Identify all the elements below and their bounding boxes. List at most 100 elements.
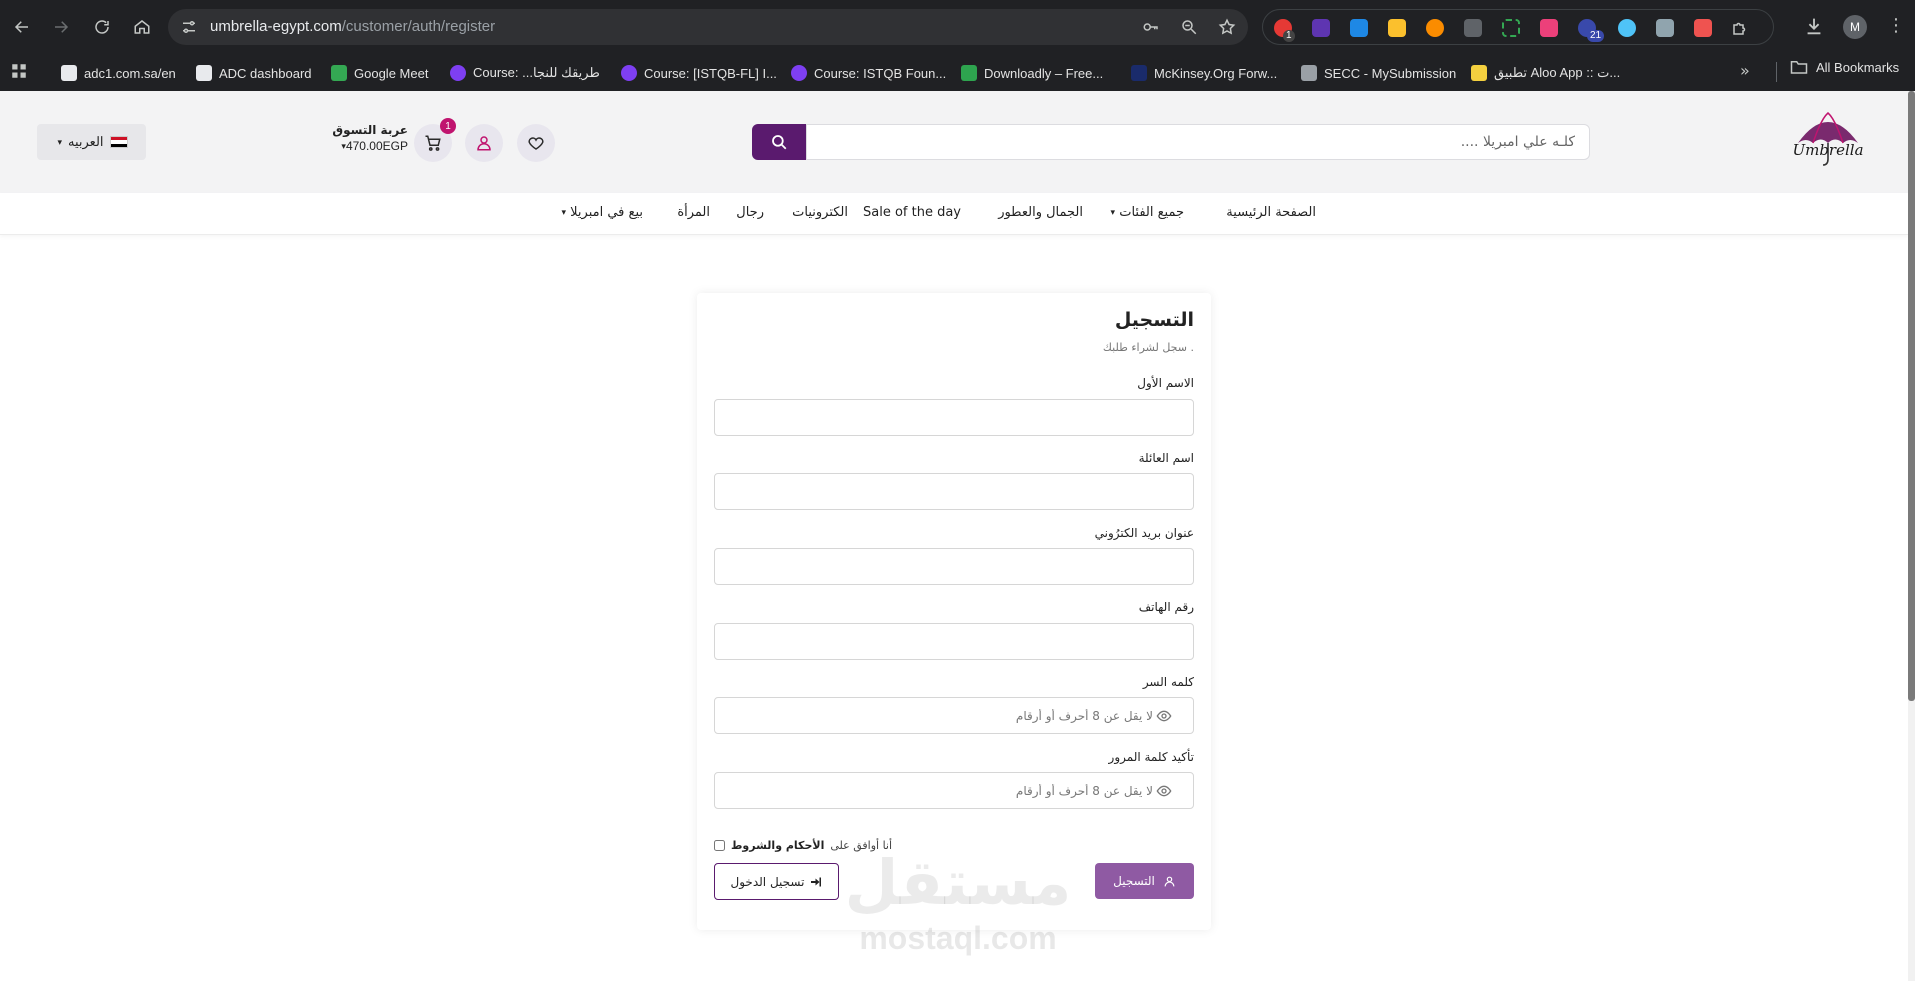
terms-link[interactable]: الأحكام والشروط	[731, 839, 824, 852]
login-button[interactable]: تسجيل الدخول	[714, 863, 839, 900]
bookmark-favicon-icon	[196, 65, 212, 81]
more-bookmarks-icon[interactable]: »	[1740, 61, 1750, 80]
bookmark-item[interactable]: SECC - MySubmission	[1301, 63, 1456, 83]
bookmark-item[interactable]: Course: ...طريقك للنجا	[450, 63, 600, 83]
reload-icon[interactable]	[88, 13, 116, 41]
bookmarks-bar: adc1.com.sa/en ADC dashboard Google Meet…	[0, 54, 1915, 91]
extensions-puzzle-icon[interactable]	[1731, 19, 1749, 37]
wishlist-button[interactable]	[517, 124, 555, 162]
bookmark-favicon-icon	[1301, 65, 1317, 81]
bookmark-item[interactable]: adc1.com.sa/en	[61, 63, 176, 83]
home-icon[interactable]	[128, 13, 156, 41]
extension-icon[interactable]	[1388, 19, 1406, 37]
extension-icon[interactable]	[1350, 19, 1368, 37]
extension-badge: 1	[1283, 30, 1295, 42]
phone-label: رقم الهاتف	[1138, 600, 1194, 614]
eye-icon[interactable]	[1156, 783, 1172, 799]
confirm-password-label: تأكيد كلمة المرور	[1108, 750, 1194, 764]
extension-icon[interactable]	[1464, 19, 1482, 37]
sign-in-icon	[811, 877, 822, 886]
bookmark-item[interactable]: ADC dashboard	[196, 63, 312, 83]
scrollbar-thumb[interactable]	[1908, 91, 1915, 701]
bookmark-item[interactable]: McKinsey.Org Forw...	[1131, 63, 1277, 83]
profile-avatar[interactable]: M	[1843, 15, 1867, 39]
extension-icon[interactable]	[1312, 19, 1330, 37]
chevron-down-icon: ▾	[561, 207, 567, 218]
extension-icon[interactable]	[1502, 19, 1520, 37]
extension-icon[interactable]	[1426, 19, 1444, 37]
terms-text: أنا أوافق على	[830, 839, 893, 852]
extensions-strip: 1 21	[1262, 9, 1774, 45]
login-button-label: تسجيل الدخول	[730, 874, 805, 889]
nav-item-electronics[interactable]: الكترونيات	[792, 205, 848, 220]
cart-icon	[425, 135, 441, 151]
search-icon	[772, 135, 787, 150]
bookmark-item[interactable]: Course: ISTQB Foun...	[791, 63, 946, 83]
nav-item-women[interactable]: المرأة	[677, 205, 710, 220]
page-title: التسجيل	[1114, 309, 1194, 331]
svg-text:Umbrella: Umbrella	[1792, 141, 1863, 159]
search-button[interactable]	[752, 124, 806, 160]
bookmarks-divider	[1776, 62, 1777, 82]
bookmark-item[interactable]: Google Meet	[331, 63, 428, 83]
last-name-label: اسم العائلة	[1138, 451, 1194, 465]
cart-summary[interactable]: عربة التسوق ▾470.00EGP	[322, 123, 408, 153]
language-selector[interactable]: ▾ العربيه	[37, 124, 146, 160]
last-name-input[interactable]	[714, 473, 1194, 510]
url-text[interactable]: umbrella-egypt.com/customer/auth/registe…	[210, 18, 495, 35]
email-label: عنوان بريد الكترُوني	[1094, 526, 1194, 540]
all-bookmarks-label: All Bookmarks	[1816, 59, 1900, 75]
bookmark-star-icon[interactable]	[1218, 18, 1236, 36]
back-icon[interactable]	[8, 13, 36, 41]
forward-icon[interactable]	[47, 13, 75, 41]
cart-total: ▾470.00EGP	[341, 139, 408, 153]
page-scrollbar[interactable]	[1908, 91, 1915, 981]
folder-icon	[1790, 61, 1808, 74]
download-icon[interactable]	[1803, 15, 1825, 37]
nav-item-home[interactable]: الصفحة الرئيسية	[1226, 205, 1316, 220]
extension-icon[interactable]	[1540, 19, 1558, 37]
email-input[interactable]	[714, 548, 1194, 585]
extension-icon[interactable]	[1694, 19, 1712, 37]
register-button-label: التسجيل	[1113, 874, 1155, 888]
all-bookmarks-button[interactable]: All Bookmarks	[1790, 57, 1899, 77]
terms-row: الأحكام والشروط أنا أوافق على	[714, 839, 892, 852]
nav-item-sale-of-the-day[interactable]: Sale of the day	[863, 205, 961, 220]
bookmark-item[interactable]: Downloadly – Free...	[961, 63, 1103, 83]
omnibox[interactable]: umbrella-egypt.com/customer/auth/registe…	[168, 9, 1248, 45]
extension-badge: 21	[1587, 30, 1605, 42]
eye-icon[interactable]	[1156, 708, 1172, 724]
phone-input[interactable]	[714, 623, 1194, 660]
chevron-down-icon: ▾	[57, 136, 62, 147]
language-label: العربيه	[68, 134, 104, 149]
search-bar	[752, 124, 1590, 160]
umbrella-logo[interactable]: Umbrella	[1792, 109, 1864, 171]
more-menu-icon[interactable]: ⋮	[1885, 15, 1907, 37]
nav-item-beauty-perfumes[interactable]: الجمال والعطور	[998, 205, 1083, 220]
chevron-down-icon: ▾	[1110, 207, 1116, 218]
search-input[interactable]	[806, 124, 1590, 160]
site-header: Umbrella 1 عربة التسوق ▾470.00EGP ▾ العر…	[0, 91, 1908, 193]
cart-count-badge: 1	[440, 118, 456, 134]
confirm-password-input[interactable]	[714, 772, 1194, 809]
site-settings-icon[interactable]	[180, 18, 198, 36]
cart-title: عربة التسوق	[332, 123, 408, 137]
first-name-input[interactable]	[714, 399, 1194, 436]
zoom-icon[interactable]	[1180, 18, 1198, 36]
password-key-icon[interactable]	[1142, 18, 1160, 36]
register-button[interactable]: التسجيل	[1095, 863, 1194, 899]
browser-chrome: umbrella-egypt.com/customer/auth/registe…	[0, 0, 1915, 91]
account-button[interactable]	[465, 124, 503, 162]
password-label: كلمه السر	[1142, 675, 1194, 689]
extension-icon[interactable]	[1618, 19, 1636, 37]
terms-checkbox[interactable]	[714, 840, 725, 851]
bookmark-favicon-icon	[331, 65, 347, 81]
nav-item-sell-on-umbrella[interactable]: ▾ بيع في امبريلا	[560, 205, 644, 220]
nav-item-all-categories[interactable]: ▾ جميع الفئات	[1109, 205, 1184, 220]
extension-icon[interactable]	[1656, 19, 1674, 37]
password-input[interactable]	[714, 697, 1194, 734]
first-name-label: الاسم الأول	[1137, 376, 1194, 390]
nav-item-men[interactable]: رجال	[736, 205, 764, 220]
bookmark-item[interactable]: تطبيق Aloo App :: ت...	[1471, 63, 1620, 83]
bookmark-item[interactable]: Course: [ISTQB-FL] I...	[621, 63, 777, 83]
